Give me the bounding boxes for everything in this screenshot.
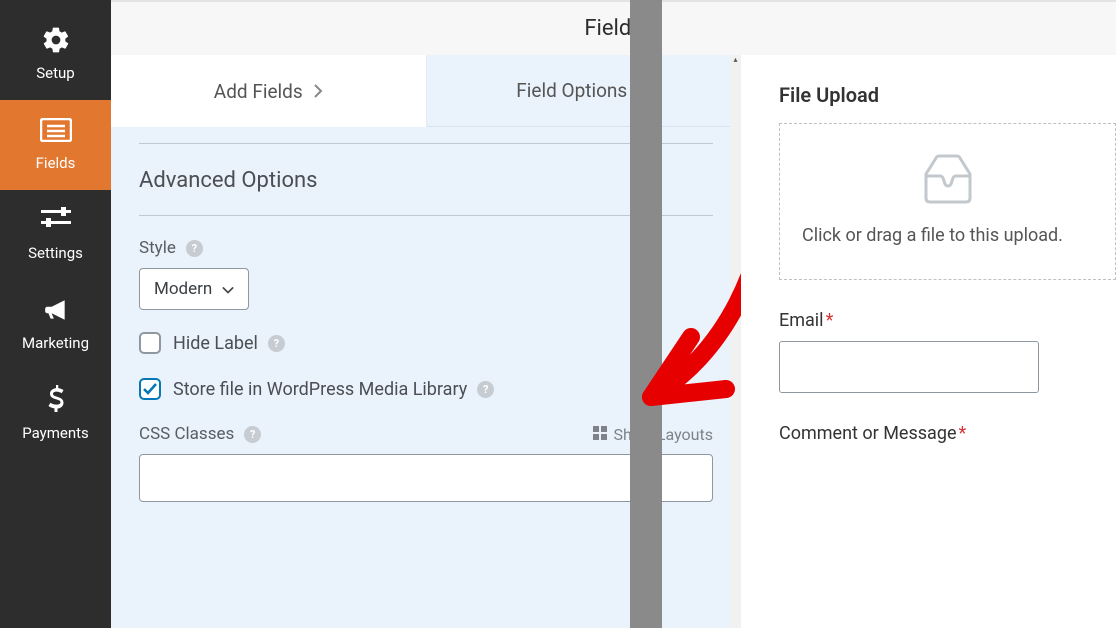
megaphone-icon	[41, 294, 71, 326]
email-input[interactable]	[779, 341, 1039, 393]
sidebar-item-marketing[interactable]: Marketing	[0, 280, 111, 370]
drop-text: Click or drag a file to this upload.	[802, 222, 1093, 249]
sidebar-item-label: Payments	[22, 424, 89, 442]
help-icon[interactable]: ?	[268, 335, 285, 352]
chevron-right-icon	[313, 80, 323, 103]
inbox-icon	[920, 154, 976, 204]
tab-label: Add Fields	[214, 80, 303, 103]
required-asterisk: *	[959, 423, 967, 444]
dollar-icon	[47, 384, 65, 416]
form-preview: File Upload Click or drag a file to this…	[741, 55, 1116, 628]
main-sidebar: Setup Fields Settings Marketing Payments	[0, 0, 111, 628]
file-upload-title: File Upload	[779, 83, 1116, 107]
file-drop-zone[interactable]: Click or drag a file to this upload.	[779, 123, 1116, 280]
sidebar-item-label: Fields	[36, 154, 76, 172]
gear-icon	[41, 24, 71, 56]
store-file-checkbox[interactable]	[139, 378, 161, 400]
scroll-thumb[interactable]	[730, 67, 741, 527]
store-file-text: Store file in WordPress Media Library	[173, 379, 467, 400]
advanced-options-heading: Advanced Options	[139, 168, 713, 193]
sidebar-item-payments[interactable]: Payments	[0, 370, 111, 460]
help-icon[interactable]: ?	[477, 381, 494, 398]
css-classes-label: CSS Classes ?	[139, 424, 261, 444]
style-label: Style ?	[139, 238, 713, 258]
sliders-icon	[41, 204, 71, 236]
tab-label: Field Options	[516, 79, 627, 102]
grid-icon	[593, 425, 607, 444]
style-select[interactable]: Modern	[139, 268, 249, 310]
sidebar-item-setup[interactable]: Setup	[0, 10, 111, 100]
chevron-down-icon	[222, 279, 234, 299]
help-icon[interactable]: ?	[186, 240, 203, 257]
show-layouts-label: Show Layouts	[613, 425, 713, 444]
sidebar-item-fields[interactable]: Fields	[0, 100, 111, 190]
hide-label-text: Hide Label	[173, 333, 258, 354]
scroll-up-arrow-icon[interactable]: ▴	[730, 55, 741, 66]
sidebar-item-label: Marketing	[22, 334, 89, 352]
hide-label-checkbox[interactable]	[139, 332, 161, 354]
comment-label: Comment or Message*	[779, 423, 1116, 444]
tab-field-options[interactable]: Field Options	[427, 55, 742, 127]
list-icon	[40, 114, 72, 146]
page-title: Fields	[111, 2, 1116, 55]
required-asterisk: *	[826, 310, 834, 331]
sidebar-item-label: Setup	[36, 64, 74, 82]
css-classes-input[interactable]	[139, 454, 713, 502]
sidebar-item-label: Settings	[28, 244, 83, 262]
editor-scroll-thumb[interactable]	[630, 0, 662, 628]
sidebar-item-settings[interactable]: Settings	[0, 190, 111, 280]
tab-add-fields[interactable]: Add Fields	[111, 55, 427, 127]
help-icon[interactable]: ?	[244, 426, 261, 443]
email-label: Email*	[779, 310, 1116, 331]
style-selected-value: Modern	[154, 279, 212, 299]
